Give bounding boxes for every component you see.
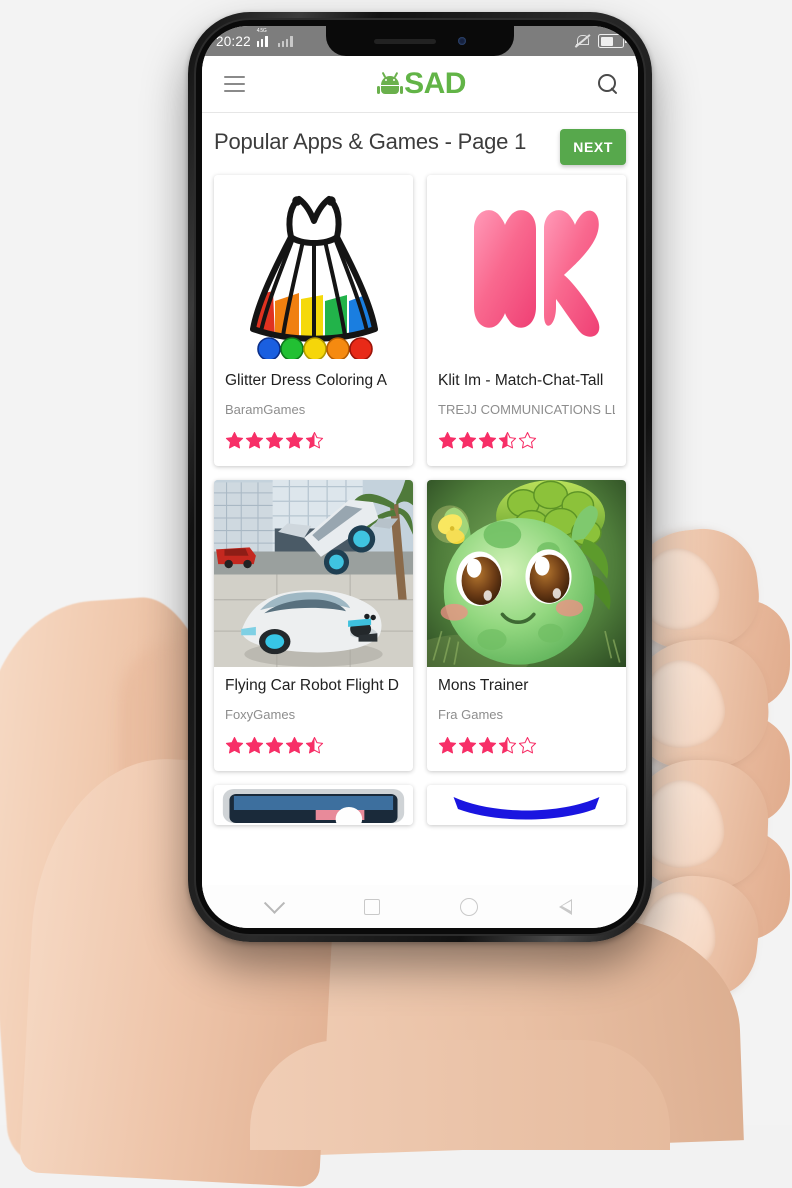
app-card[interactable]: Flying Car Robot Flight D FoxyGames: [214, 480, 413, 771]
star-half-icon: [498, 431, 517, 450]
app-card[interactable]: [427, 785, 626, 825]
rating-stars: [438, 431, 615, 450]
app-developer: BaramGames: [225, 402, 306, 417]
star-half-icon: [305, 736, 324, 755]
phone-notch: [326, 26, 514, 56]
app-bar: SAD: [202, 56, 638, 113]
earpiece-speaker: [374, 38, 436, 44]
star-full-icon: [245, 736, 264, 755]
star-full-icon: [438, 431, 457, 450]
star-full-icon: [458, 736, 477, 755]
star-full-icon: [478, 736, 497, 755]
flying-car-screenshot: [214, 480, 413, 667]
app-name: Klit Im - Match-Chat-Tall: [438, 372, 604, 389]
star-full-icon: [285, 431, 304, 450]
rating-stars: [225, 736, 402, 755]
phone-device: 20:22 4.5G SAD Popular Apps & Games - Pa…: [188, 12, 652, 942]
star-full-icon: [225, 431, 244, 450]
app-name: Flying Car Robot Flight D: [225, 677, 400, 694]
home-circle-icon[interactable]: [456, 894, 482, 920]
app-name: Glitter Dress Coloring A: [225, 372, 387, 389]
app-grid: Glitter Dress Coloring A BaramGames Klit…: [214, 175, 626, 771]
app-card[interactable]: [214, 785, 413, 825]
brand-name: SAD: [404, 67, 466, 100]
star-full-icon: [265, 736, 284, 755]
star-full-icon: [265, 431, 284, 450]
page-header: Popular Apps & Games - Page 1 NEXT: [214, 113, 626, 175]
app-card[interactable]: Mons Trainer Fra Games: [427, 480, 626, 771]
app-developer: FoxyGames: [225, 707, 296, 722]
star-full-icon: [458, 431, 477, 450]
star-full-icon: [285, 736, 304, 755]
signal-bars-icon: 4.5G: [256, 28, 272, 47]
page-title: Popular Apps & Games - Page 1: [214, 129, 527, 154]
app-thumbnail: [214, 480, 413, 667]
app-developer: TREJJ COMMUNICATIONS LLC: [438, 402, 615, 417]
search-icon[interactable]: [596, 72, 620, 96]
next-button[interactable]: NEXT: [560, 129, 626, 165]
star-empty-icon: [518, 736, 537, 755]
app-name: Mons Trainer: [438, 677, 529, 694]
app-card[interactable]: Klit Im - Match-Chat-Tall TREJJ COMMUNIC…: [427, 175, 626, 466]
app-card-body: Flying Car Robot Flight D FoxyGames: [214, 667, 413, 771]
chevron-down-icon[interactable]: [262, 892, 288, 920]
android-robot-icon: [377, 71, 404, 95]
star-full-icon: [478, 431, 497, 450]
signal-bars-secondary-icon: [277, 35, 293, 47]
battery-icon: [598, 34, 627, 48]
screenshot-stage: 20:22 4.5G SAD Popular Apps & Games - Pa…: [0, 0, 792, 1188]
android-nav-bar: [202, 885, 638, 928]
app-card-body: Klit Im - Match-Chat-Tall TREJJ COMMUNIC…: [427, 362, 626, 466]
star-empty-icon: [518, 431, 537, 450]
status-bar: 20:22 4.5G: [202, 26, 638, 56]
rating-stars: [438, 736, 615, 755]
app-thumbnail: [427, 480, 626, 667]
recents-square-icon[interactable]: [359, 894, 385, 920]
app-card[interactable]: Glitter Dress Coloring A BaramGames: [214, 175, 413, 466]
app-grid-next-row: [214, 785, 626, 825]
star-half-icon: [498, 736, 517, 755]
status-bar-right: [574, 34, 627, 48]
status-bar-left: 20:22 4.5G: [216, 28, 293, 49]
app-thumbnail: [214, 175, 413, 362]
app-card-body: Glitter Dress Coloring A BaramGames: [214, 362, 413, 466]
front-camera: [458, 37, 466, 45]
app-thumbnail: [427, 175, 626, 362]
back-triangle-icon[interactable]: [553, 894, 579, 920]
green-monster-icon: [427, 480, 626, 667]
star-full-icon: [438, 736, 457, 755]
status-time: 20:22: [216, 33, 251, 49]
star-half-icon: [305, 431, 324, 450]
network-type-label: 4.5G: [256, 28, 267, 34]
star-full-icon: [225, 736, 244, 755]
ik-pink-logo-icon: [427, 175, 626, 362]
hamburger-menu-icon[interactable]: [220, 72, 249, 97]
content-area: Popular Apps & Games - Page 1 NEXT Glitt…: [202, 113, 638, 885]
star-full-icon: [245, 431, 264, 450]
dress-coloring-icon: [214, 175, 413, 362]
phone-screen: 20:22 4.5G SAD Popular Apps & Games - Pa…: [202, 26, 638, 928]
app-developer: Fra Games: [438, 707, 504, 722]
rating-stars: [225, 431, 402, 450]
app-logo[interactable]: SAD: [377, 67, 466, 100]
bell-muted-icon: [574, 34, 591, 48]
app-card-body: Mons Trainer Fra Games: [427, 667, 626, 771]
